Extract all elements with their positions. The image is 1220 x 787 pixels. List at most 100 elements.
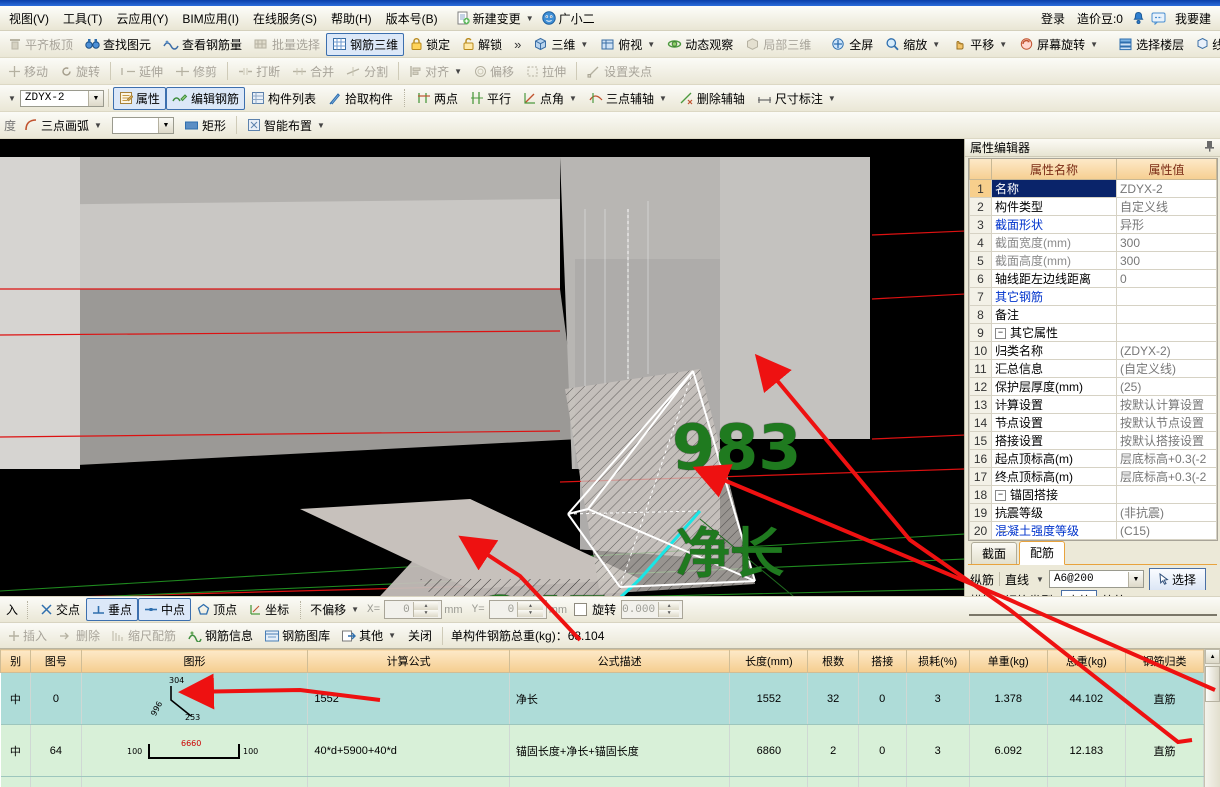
grid-cell[interactable]: 6.092 [969, 725, 1047, 777]
grid-cell[interactable]: 直筋 [1125, 777, 1203, 787]
grid-cell[interactable]: 1.378 [969, 673, 1047, 725]
grid-cell[interactable]: 1552 [730, 673, 808, 725]
chevron-down-icon[interactable]: ▼ [1036, 575, 1044, 584]
snap-intersection[interactable]: 交点 [34, 598, 86, 621]
grid-cell[interactable]: 32 [808, 673, 858, 725]
expander-icon[interactable]: − [995, 490, 1006, 501]
property-row-value[interactable]: 层底标高+0.3(-2 [1117, 468, 1217, 486]
tb-split[interactable]: 分割 [340, 60, 394, 83]
tb-offset[interactable]: 偏移 [468, 60, 520, 83]
grid-cell[interactable]: 64 [31, 725, 81, 777]
tb-select-floor[interactable]: 选择楼层 [1112, 33, 1190, 56]
rebar-other[interactable]: 其他 ▼ [336, 624, 402, 647]
property-row-value[interactable] [1117, 486, 1217, 504]
chevron-down-icon[interactable]: ▼ [94, 121, 102, 130]
grid-header-cell[interactable]: 计算公式 [308, 650, 510, 673]
grid-cell[interactable]: 5.91 [969, 777, 1047, 787]
chevron-down-icon[interactable]: ▼ [388, 631, 396, 640]
grid-cell[interactable]: 中 [1, 673, 31, 725]
grid-cell[interactable]: 11.819 [1047, 777, 1125, 787]
tb-move[interactable]: 移动 [2, 60, 54, 83]
tb-find-element[interactable]: 查找图元 [79, 33, 157, 56]
grid-header-cell[interactable]: 图号 [31, 650, 81, 673]
rebar-scale[interactable]: 缩尺配筋 [106, 624, 182, 647]
rebar-shape-cell[interactable]: 1006660100 [81, 725, 308, 777]
menu-item-bim[interactable]: BIM应用(I) [175, 8, 246, 29]
tb-extend[interactable]: 延伸 [115, 60, 169, 83]
grid-cell[interactable]: 净长 [509, 673, 729, 725]
grid-header-cell[interactable]: 单重(kg) [969, 650, 1047, 673]
grid-cell[interactable]: 中 [1, 777, 31, 787]
grid-cell[interactable]: 锚固长度+净长+锚固长度 [509, 725, 729, 777]
tb-top-view[interactable]: 俯视▼ [594, 33, 661, 56]
component-combo[interactable]: ZDYX-2 ▼ [20, 90, 104, 107]
grid-cell[interactable]: 2 [808, 725, 858, 777]
property-row-value[interactable] [1117, 306, 1217, 324]
grid-header-cell[interactable]: 长度(mm) [730, 650, 808, 673]
grid-cell[interactable]: 3 [906, 777, 969, 787]
property-row[interactable]: 16起点顶标高(m)层底标高+0.3(-2 [970, 450, 1217, 468]
menu-item-help[interactable]: 帮助(H) [324, 8, 379, 29]
rotate-checkbox[interactable] [574, 603, 587, 616]
table-row[interactable]: 中03049962531552净长155232031.37844.102直筋 [1, 673, 1204, 725]
grid-header-cell[interactable]: 搭接 [858, 650, 906, 673]
chevron-down-icon[interactable]: ▼ [569, 94, 577, 103]
feedback-icon[interactable] [1151, 11, 1166, 25]
rebar-spec-combo[interactable]: A6@200 ▼ [1049, 570, 1144, 588]
chevron-down-icon[interactable]: ▼ [647, 40, 655, 49]
draw-blank-combo[interactable]: ▼ [112, 117, 174, 134]
menu-item-online-service[interactable]: 在线服务(S) [246, 8, 324, 29]
user-account-button[interactable]: 广小二 [538, 9, 599, 28]
menu-item-cloud[interactable]: 云应用(Y) [109, 8, 175, 29]
tb-dimension[interactable]: 尺寸标注▼ [751, 87, 842, 110]
grid-cell[interactable]: 0 [858, 725, 906, 777]
property-row-value[interactable]: 按默认节点设置 [1117, 414, 1217, 432]
chevron-down-icon[interactable]: ▼ [526, 14, 534, 23]
property-row-value[interactable]: 按默认搭接设置 [1117, 432, 1217, 450]
tb-delete-axis[interactable]: 删除辅轴 [673, 87, 751, 110]
tb-fullscreen[interactable]: 全屏 [825, 33, 879, 56]
property-row[interactable]: 13计算设置按默认计算设置 [970, 396, 1217, 414]
tab-section[interactable]: 截面 [971, 542, 1017, 564]
grid-header-cell[interactable]: 别 [1, 650, 31, 673]
tb-parallel[interactable]: 平行 [464, 87, 517, 110]
chevron-down-icon[interactable]: ▼ [88, 91, 103, 106]
chevron-down-icon[interactable]: ▼ [659, 94, 667, 103]
property-row-value[interactable]: 0 [1117, 270, 1217, 288]
grid-header-cell[interactable]: 公式描述 [509, 650, 729, 673]
property-row-value[interactable] [1117, 288, 1217, 306]
tb-rotate[interactable]: 旋转 [54, 60, 106, 83]
offset-mode-label[interactable]: 不偏移 [307, 601, 349, 618]
property-row-value[interactable]: (自定义线) [1117, 360, 1217, 378]
tb-three-point-axis[interactable]: 三点辅轴▼ [583, 87, 673, 110]
chevron-down-icon[interactable]: ▼ [454, 67, 462, 76]
tb-rectangle[interactable]: 矩形 [178, 114, 232, 137]
rotate-spinner[interactable]: ▲▼ [658, 602, 682, 617]
tb-view-rebar-quantity[interactable]: 查看钢筋量 [157, 33, 248, 56]
rebar-table[interactable]: 别图号图形计算公式公式描述长度(mm)根数搭接损耗(%)单重(kg)总重(kg)… [0, 648, 1220, 787]
login-link[interactable]: 登录 [1038, 9, 1068, 28]
scroll-up-button[interactable]: ▲ [1205, 649, 1220, 664]
property-row[interactable]: 4截面宽度(mm)300 [970, 234, 1217, 252]
property-row[interactable]: 3截面形状异形 [970, 216, 1217, 234]
rebar-shape-cell[interactable]: 2956360 [81, 777, 308, 787]
grid-cell[interactable]: 2 [808, 777, 858, 787]
tb-3d-view[interactable]: 三维▼ [527, 33, 594, 56]
property-row-value[interactable]: 300 [1117, 252, 1217, 270]
property-row[interactable]: 15搭接设置按默认搭接设置 [970, 432, 1217, 450]
tb-point-angle[interactable]: 点角▼ [517, 87, 583, 110]
rotate-input[interactable]: 0.000 ▲▼ [621, 600, 683, 619]
snap-vertex[interactable]: 顶点 [191, 598, 243, 621]
tb-two-point[interactable]: 两点 [411, 87, 464, 110]
pin-icon[interactable] [1204, 140, 1215, 155]
property-row-value[interactable]: 按默认计算设置 [1117, 396, 1217, 414]
tb-set-grip[interactable]: 设置夹点 [581, 60, 658, 83]
property-row[interactable]: 7其它钢筋 [970, 288, 1217, 306]
tb-smart-layout[interactable]: 智能布置▼ [241, 114, 331, 137]
3d-viewport[interactable]: 983 净长 247 1552 2 [0, 139, 964, 596]
table-vertical-scrollbar[interactable]: ▲ [1204, 649, 1220, 787]
chevron-down-icon[interactable]: ▼ [351, 605, 359, 614]
toolbar-overflow-button[interactable]: » [508, 37, 527, 52]
menu-item-view[interactable]: 视图(V) [2, 8, 56, 29]
select-button[interactable]: 选择 [1149, 568, 1206, 591]
